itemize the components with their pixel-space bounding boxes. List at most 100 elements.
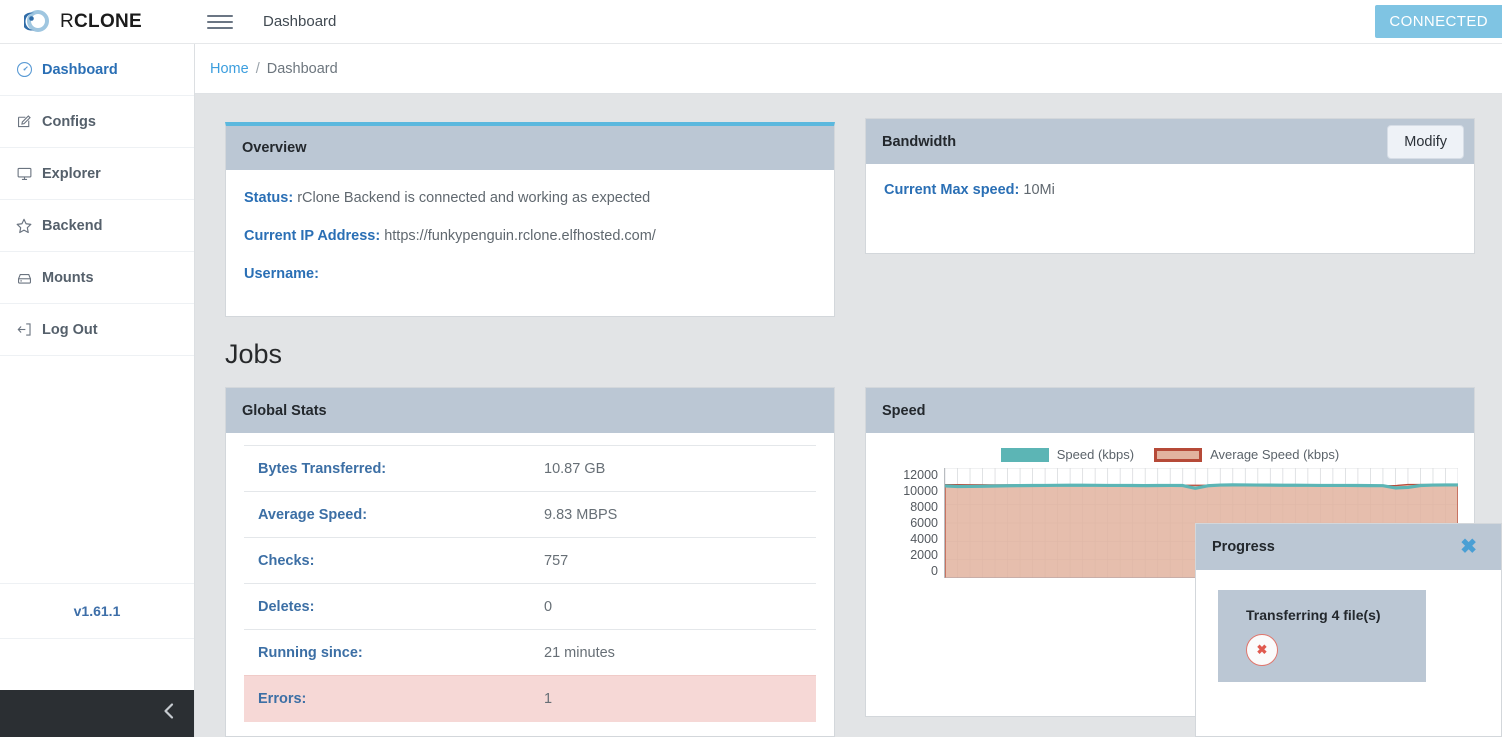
global-stats-card: Global Stats Bytes Transferred: 10.87 GB A… xyxy=(225,387,835,737)
sidebar-item-dashboard[interactable]: Dashboard xyxy=(0,44,194,96)
chevron-left-icon xyxy=(162,701,176,726)
legend-label-average-speed: Average Speed (kbps) xyxy=(1210,447,1340,462)
chart-legend: Speed (kbps) Average Speed (kbps) xyxy=(882,447,1458,462)
bandwidth-card: Bandwidth Modify Current Max speed: 10Mi xyxy=(865,118,1475,254)
global-stats-title: Global Stats xyxy=(242,402,327,419)
bandwidth-max-speed-label: Current Max speed: xyxy=(884,182,1020,198)
overview-status-value: rClone Backend is connected and working … xyxy=(297,190,651,206)
global-stats-card-header: Global Stats xyxy=(226,388,834,433)
bandwidth-title: Bandwidth xyxy=(882,133,957,150)
stat-key: Average Speed: xyxy=(244,491,530,538)
bandwidth-max-speed-value: 10Mi xyxy=(1023,182,1055,198)
global-stats-card-body: Bytes Transferred: 10.87 GB Average Speed:… xyxy=(226,433,834,722)
legend-label-speed: Speed (kbps) xyxy=(1056,447,1135,462)
sidebar: Dashboard Configs Explorer Backend Mount… xyxy=(0,44,195,737)
brand-r: R xyxy=(60,10,75,32)
table-row: Errors: 1 xyxy=(244,675,816,722)
speed-card-header: Speed xyxy=(866,388,1474,433)
sidebar-item-log-out[interactable]: Log Out xyxy=(0,304,194,356)
jobs-heading: Jobs xyxy=(225,339,283,369)
stat-key: Running since: xyxy=(244,629,530,676)
stat-key: Bytes Transferred: xyxy=(244,445,530,492)
edit-square-icon xyxy=(10,113,38,130)
brand-logo[interactable]: RCLONE xyxy=(0,9,195,35)
overview-card: Overview Status: rClone Backend is conne… xyxy=(225,122,835,317)
brand-clone: CLONE xyxy=(74,10,143,32)
table-row: Checks: 757 xyxy=(244,537,816,584)
sidebar-item-configs[interactable]: Configs xyxy=(0,96,194,148)
y-axis-tick: 8000 xyxy=(910,500,938,514)
version-label: v1.61.1 xyxy=(73,603,121,619)
sidebar-item-label: Dashboard xyxy=(42,61,118,78)
sidebar-collapse-button[interactable] xyxy=(0,690,194,737)
stat-value: 0 xyxy=(530,583,816,630)
table-row: Average Speed: 9.83 MBPS xyxy=(244,491,816,538)
speed-title: Speed xyxy=(882,402,926,419)
logout-icon xyxy=(10,321,38,338)
sidebar-item-label: Explorer xyxy=(42,165,101,182)
cancel-transfer-button[interactable]: ✖ xyxy=(1246,634,1278,666)
modify-button[interactable]: Modify xyxy=(1387,124,1464,159)
stat-key: Errors: xyxy=(244,675,530,722)
y-axis-tick: 10000 xyxy=(903,484,938,498)
bandwidth-max-speed-row: Current Max speed: 10Mi xyxy=(884,182,1456,198)
bandwidth-card-body: Current Max speed: 10Mi xyxy=(866,164,1474,218)
sidebar-item-backend[interactable]: Backend xyxy=(0,200,194,252)
overview-username-row: Username: xyxy=(244,266,816,282)
sidebar-item-label: Backend xyxy=(42,217,103,234)
stat-value: 21 minutes xyxy=(530,629,816,676)
sidebar-item-mounts[interactable]: Mounts xyxy=(0,252,194,304)
breadcrumb: Home / Dashboard xyxy=(195,44,1502,94)
y-axis-tick: 2000 xyxy=(910,548,938,562)
overview-ip-value: https://funkypenguin.rclone.elfhosted.co… xyxy=(384,228,656,244)
sidebar-item-explorer[interactable]: Explorer xyxy=(0,148,194,200)
table-row: Bytes Transferred: 10.87 GB xyxy=(244,445,816,492)
sidebar-item-label: Log Out xyxy=(42,321,98,338)
global-stats-table-body: Bytes Transferred: 10.87 GB Average Speed:… xyxy=(244,445,816,722)
overview-ip-label: Current IP Address: xyxy=(244,228,381,244)
rclone-logo-icon xyxy=(22,9,54,35)
bandwidth-card-header: Bandwidth Modify xyxy=(866,119,1474,164)
close-icon[interactable]: ✖ xyxy=(1460,537,1477,557)
overview-title: Overview xyxy=(242,140,307,156)
progress-title: Progress xyxy=(1212,539,1275,555)
legend-item-average-speed: Average Speed (kbps) xyxy=(1154,447,1339,462)
y-axis-tick: 6000 xyxy=(910,516,938,530)
y-axis-tick: 12000 xyxy=(903,468,938,482)
stat-key: Deletes: xyxy=(244,583,530,630)
chart-y-axis: 12000 10000 8000 6000 4000 2000 0 xyxy=(882,468,938,578)
overview-status-label: Status: xyxy=(244,190,294,206)
progress-panel-header: Progress ✖ xyxy=(1196,524,1501,570)
stat-value: 757 xyxy=(530,537,816,584)
page-title: Dashboard xyxy=(263,13,337,30)
sidebar-item-label: Mounts xyxy=(42,269,94,286)
global-stats-table: Bytes Transferred: 10.87 GB Average Speed:… xyxy=(244,445,816,722)
breadcrumb-home-link[interactable]: Home xyxy=(210,61,249,77)
overview-username-label: Username: xyxy=(244,266,319,282)
legend-swatch-average-speed xyxy=(1154,447,1203,462)
gauge-icon xyxy=(10,61,38,78)
breadcrumb-current: Dashboard xyxy=(266,60,338,77)
overview-ip-row: Current IP Address: https://funkypenguin… xyxy=(244,228,816,244)
table-row: Running since: 21 minutes xyxy=(244,629,816,676)
transfer-tile: Transferring 4 file(s) ✖ xyxy=(1218,590,1426,682)
y-axis-tick: 0 xyxy=(931,564,938,578)
stat-value: 1 xyxy=(530,675,816,722)
legend-item-speed: Speed (kbps) xyxy=(1000,447,1135,462)
status-badge[interactable]: CONNECTED xyxy=(1375,5,1502,38)
progress-panel: Progress ✖ Transferring 4 file(s) ✖ xyxy=(1195,523,1502,737)
breadcrumb-separator: / xyxy=(255,60,260,77)
monitor-icon xyxy=(10,165,38,182)
overview-card-header: Overview xyxy=(226,126,834,170)
version-row: v1.61.1 xyxy=(0,583,194,639)
sidebar-item-label: Configs xyxy=(42,113,96,130)
y-axis-tick: 4000 xyxy=(910,532,938,546)
transferring-label: Transferring 4 file(s) xyxy=(1246,607,1381,623)
overview-card-body: Status: rClone Backend is connected and … xyxy=(226,170,834,302)
star-icon xyxy=(10,217,38,235)
hamburger-icon[interactable] xyxy=(207,11,233,33)
table-row: Deletes: 0 xyxy=(244,583,816,630)
legend-swatch-speed xyxy=(1000,447,1049,462)
top-bar: RCLONE Dashboard CONNECTED xyxy=(0,0,1502,44)
brand-name: RCLONE xyxy=(60,11,142,33)
